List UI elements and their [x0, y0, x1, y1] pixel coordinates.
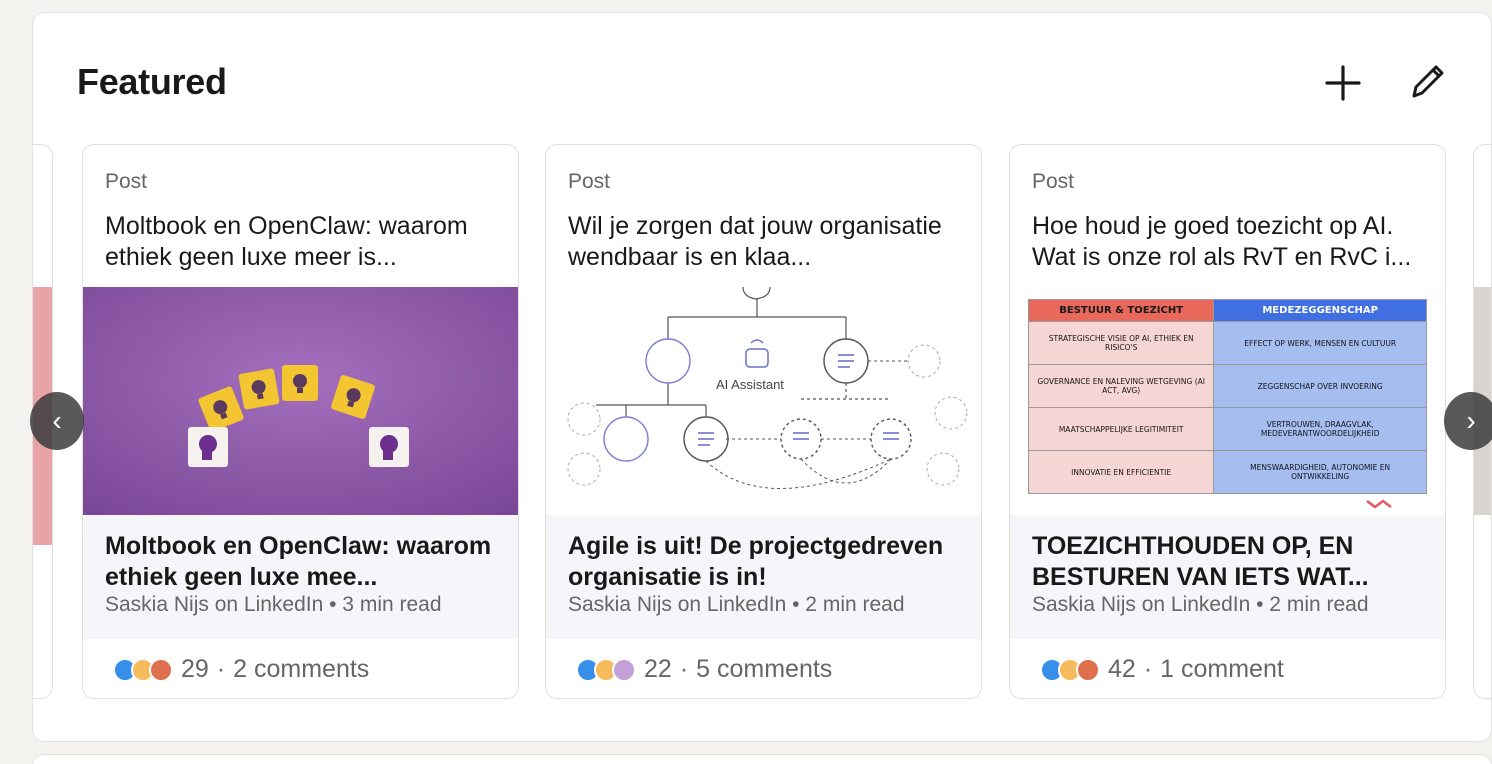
article-title: Moltbook en OpenClaw: waarom ethiek geen…	[105, 532, 492, 591]
card-post-text[interactable]: Hoe houd je goed toezicht op AI. Wat is …	[1032, 211, 1427, 273]
card-image-ai-network[interactable]: AI Assistant	[546, 287, 981, 515]
table-header-right: MEDEZEGGENSCHAP	[1213, 299, 1427, 322]
table-cell: ZEGGENSCHAP OVER INVOERING	[1213, 364, 1427, 408]
card-type-label: Post	[1032, 170, 1075, 193]
comment-count[interactable]: 5 comments	[696, 655, 832, 684]
table-cell: STRATEGISCHE VISIE OP AI, ETHIEK EN RISI…	[1027, 321, 1215, 365]
article-title: TOEZICHTHOUDEN OP, EN BESTUREN VAN IETS …	[1032, 532, 1369, 591]
reaction-icons	[113, 657, 173, 682]
reaction-icons	[576, 657, 636, 682]
governance-table: BESTUUR & TOEZICHT MEDEZEGGENSCHAP STRAT…	[1027, 299, 1427, 494]
article-preview[interactable]: TOEZICHTHOUDEN OP, EN BESTUREN VAN IETS …	[1010, 515, 1445, 639]
card-post-text[interactable]: Moltbook en OpenClaw: waarom ethiek geen…	[105, 211, 500, 273]
social-counts[interactable]: 22 · 5 comments	[576, 655, 832, 684]
article-subtitle: Saskia Nijs on LinkedIn • 3 min read	[105, 593, 442, 616]
reaction-count[interactable]: 29	[181, 655, 209, 684]
pencil-icon	[1412, 65, 1444, 98]
featured-card[interactable]: Post Wil je zorgen dat jouw organisatie …	[545, 144, 982, 699]
comment-count[interactable]: 1 comment	[1160, 655, 1284, 684]
separator-dot: ·	[216, 655, 226, 683]
plus-icon	[1325, 65, 1361, 101]
edit-featured-button[interactable]	[1403, 57, 1451, 105]
featured-card[interactable]: Post Moltbook en OpenClaw: waarom ethiek…	[82, 144, 519, 699]
ai-assistant-label: AI Assistant	[716, 377, 784, 392]
section-title: Featured	[77, 61, 227, 102]
article-subtitle: Saskia Nijs on LinkedIn • 2 min read	[568, 593, 905, 616]
card-image-lightbulbs[interactable]	[83, 287, 518, 515]
article-preview[interactable]: Moltbook en OpenClaw: waarom ethiek geen…	[83, 515, 518, 639]
card-post-text[interactable]: Wil je zorgen dat jouw organisatie wendb…	[568, 211, 963, 273]
reaction-icons	[1040, 657, 1100, 682]
table-header-left: BESTUUR & TOEZICHT	[1027, 299, 1215, 322]
card-image-governance-table[interactable]: BESTUUR & TOEZICHT MEDEZEGGENSCHAP STRAT…	[1010, 287, 1445, 515]
support-reaction-icon	[612, 657, 636, 682]
table-cell: VERTROUWEN, DRAAGVLAK, MEDEVERANTWOORDEL…	[1213, 407, 1427, 451]
table-cell: MENSWAARDIGHEID, AUTONOMIE EN ONTWIKKELI…	[1213, 450, 1427, 494]
featured-section: Featured Post Moltbook en OpenClaw: waar…	[32, 12, 1492, 742]
card-type-label: Post	[568, 170, 611, 193]
social-counts[interactable]: 29 · 2 comments	[113, 655, 369, 684]
table-cell: GOVERNANCE EN NALEVING WETGEVING (AI ACT…	[1027, 364, 1215, 408]
article-title: Agile is uit! De projectgedreven organis…	[568, 532, 944, 591]
table-cell: EFFECT OP WERK, MENSEN EN CULTUUR	[1213, 321, 1427, 365]
article-subtitle: Saskia Nijs on LinkedIn • 2 min read	[1032, 593, 1369, 616]
article-preview[interactable]: Agile is uit! De projectgedreven organis…	[546, 515, 981, 639]
separator-dot: ·	[679, 655, 689, 683]
reaction-count[interactable]: 42	[1108, 655, 1136, 684]
separator-dot: ·	[1143, 655, 1153, 683]
table-cell: MAATSCHAPPELIJKE LEGITIMITEIT	[1027, 407, 1215, 451]
comment-count[interactable]: 2 comments	[233, 655, 369, 684]
featured-card[interactable]: Post Hoe houd je goed toezicht op AI. Wa…	[1009, 144, 1446, 699]
reaction-count[interactable]: 22	[644, 655, 672, 684]
table-cell: INNOVATIE EN EFFICIENTIE	[1027, 450, 1215, 494]
social-counts[interactable]: 42 · 1 comment	[1040, 655, 1284, 684]
card-type-label: Post	[105, 170, 148, 193]
love-reaction-icon	[1076, 657, 1100, 682]
carousel-next-button[interactable]: ›	[1444, 392, 1492, 450]
logo-mark	[1366, 499, 1392, 509]
love-reaction-icon	[149, 657, 173, 682]
next-section	[32, 754, 1492, 764]
add-featured-button[interactable]	[1319, 59, 1367, 107]
carousel-prev-button[interactable]: ‹	[30, 392, 84, 450]
